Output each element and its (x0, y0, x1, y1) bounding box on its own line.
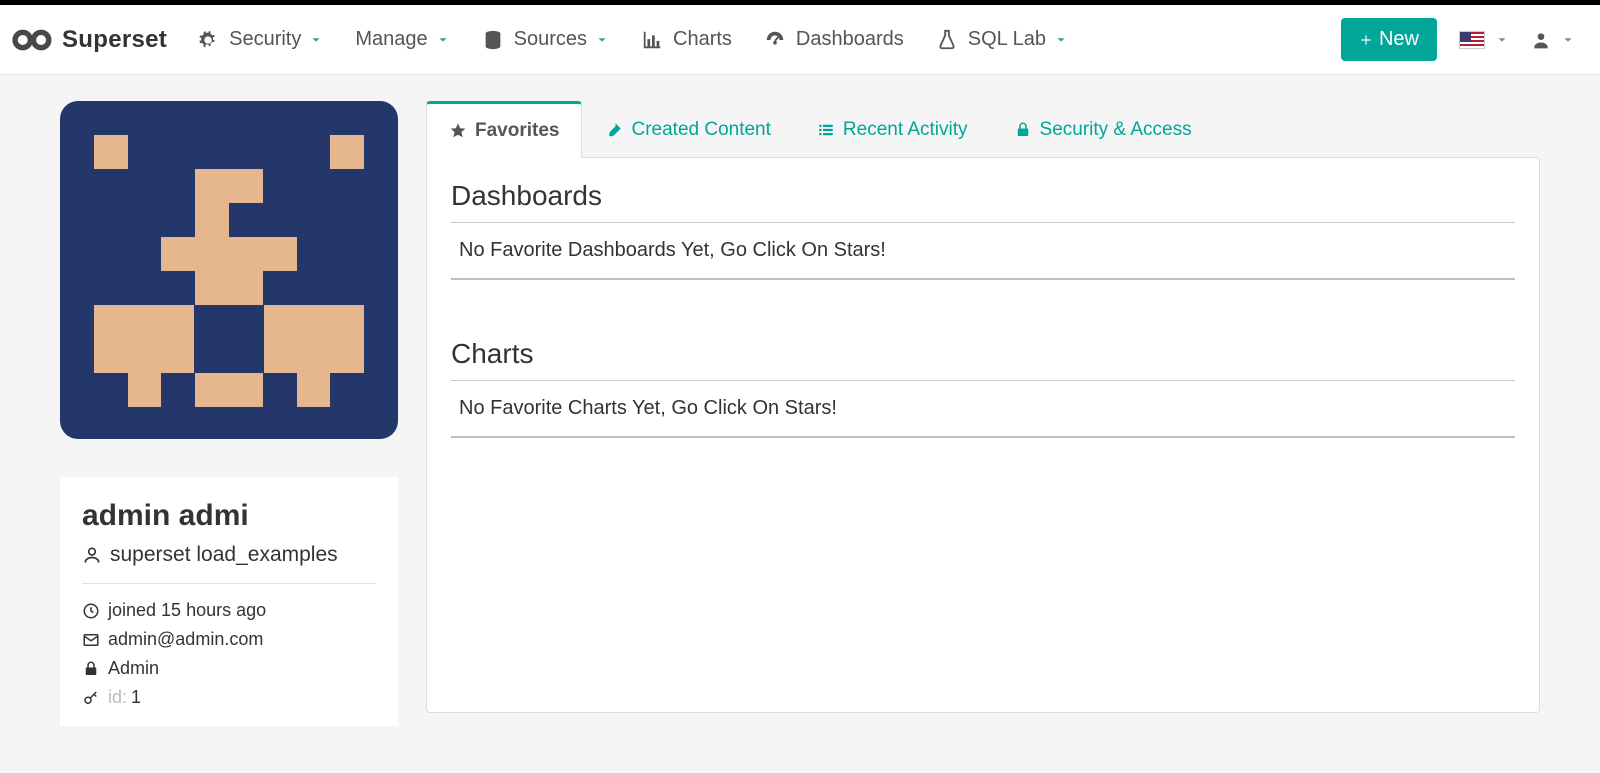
profile-role-row: Admin (82, 658, 376, 679)
profile-email-row: admin@admin.com (82, 629, 376, 650)
flag-us-icon (1459, 31, 1485, 49)
nav-dashboards[interactable]: Dashboards (748, 5, 920, 75)
chevron-down-icon (1495, 33, 1509, 47)
brand-link[interactable]: Superset (12, 26, 181, 54)
divider (451, 436, 1515, 438)
clock-icon (82, 602, 100, 620)
chevron-down-icon (1054, 33, 1068, 47)
avatar (60, 101, 398, 439)
nav-manage-label: Manage (355, 28, 427, 51)
profile-joined-row: joined 15 hours ago (82, 600, 376, 621)
bar-chart-icon (641, 29, 663, 51)
page-body: admin admi superset load_examples joined… (0, 75, 1600, 726)
nav-dashboards-label: Dashboards (796, 28, 904, 51)
tab-security-label: Security & Access (1040, 119, 1192, 141)
database-icon (482, 29, 504, 51)
lock-icon (82, 660, 100, 678)
brand-name: Superset (62, 26, 167, 54)
nav-manage[interactable]: Manage (339, 5, 465, 75)
nav-sources[interactable]: Sources (466, 5, 625, 75)
gears-icon (197, 29, 219, 51)
tab-recent-label: Recent Activity (843, 119, 968, 141)
tab-favorites-label: Favorites (475, 120, 559, 142)
user-menu[interactable] (1531, 30, 1575, 50)
user-outline-icon (82, 545, 102, 565)
tab-security-access[interactable]: Security & Access (991, 101, 1215, 158)
nav-right: New (1341, 18, 1575, 61)
lock-icon (1014, 121, 1032, 139)
main-column: Favorites Created Content Recent Activit… (426, 101, 1540, 726)
tab-favorites[interactable]: Favorites (426, 101, 582, 158)
navbar: Superset Security Manage Sources (0, 5, 1600, 75)
nav-security-label: Security (229, 28, 301, 51)
superset-logo-icon (12, 26, 58, 54)
left-column: admin admi superset load_examples joined… (60, 101, 398, 726)
tab-recent-activity[interactable]: Recent Activity (794, 101, 991, 158)
new-button-label: New (1379, 28, 1419, 51)
profile-role: Admin (108, 658, 159, 679)
favorites-dashboards-heading: Dashboards (451, 180, 1515, 212)
nav-sqllab[interactable]: SQL Lab (920, 5, 1084, 75)
nav-charts[interactable]: Charts (625, 5, 748, 75)
locale-selector[interactable] (1459, 31, 1509, 49)
profile-id-label: id: (108, 687, 127, 708)
user-panel: admin admi superset load_examples joined… (60, 477, 398, 726)
favorites-charts-heading: Charts (451, 338, 1515, 370)
nav-sqllab-label: SQL Lab (968, 28, 1046, 51)
profile-id-row: id: 1 (82, 687, 376, 708)
tabs: Favorites Created Content Recent Activit… (426, 101, 1540, 158)
dashboard-icon (764, 29, 786, 51)
list-icon (817, 121, 835, 139)
favorites-charts-empty: No Favorite Charts Yet, Go Click On Star… (451, 381, 1515, 436)
nav-charts-label: Charts (673, 28, 732, 51)
envelope-icon (82, 631, 100, 649)
plus-icon (1359, 33, 1373, 47)
profile-joined: joined 15 hours ago (108, 600, 266, 621)
favorites-dashboards-section: Dashboards No Favorite Dashboards Yet, G… (451, 180, 1515, 280)
favorites-charts-section: Charts No Favorite Charts Yet, Go Click … (451, 338, 1515, 438)
tab-content-favorites: Dashboards No Favorite Dashboards Yet, G… (426, 157, 1540, 713)
divider (82, 583, 376, 584)
profile-id-value: 1 (131, 687, 141, 708)
chevron-down-icon (595, 33, 609, 47)
divider (451, 278, 1515, 280)
profile-username-row: superset load_examples (82, 543, 376, 567)
chevron-down-icon (1561, 33, 1575, 47)
chevron-down-icon (436, 33, 450, 47)
key-icon (82, 689, 100, 707)
nav-security[interactable]: Security (181, 5, 339, 75)
user-icon (1531, 30, 1551, 50)
profile-email: admin@admin.com (108, 629, 263, 650)
chevron-down-icon (309, 33, 323, 47)
profile-display-name: admin admi (82, 499, 376, 533)
flask-icon (936, 29, 958, 51)
paint-brush-icon (605, 121, 623, 139)
favorites-dashboards-empty: No Favorite Dashboards Yet, Go Click On … (451, 223, 1515, 278)
star-icon (449, 122, 467, 140)
main-nav: Security Manage Sources Charts (181, 5, 1084, 75)
tab-created-label: Created Content (631, 119, 770, 141)
nav-sources-label: Sources (514, 28, 587, 51)
profile-username: superset load_examples (110, 543, 338, 567)
tab-created-content[interactable]: Created Content (582, 101, 793, 158)
new-button[interactable]: New (1341, 18, 1437, 61)
